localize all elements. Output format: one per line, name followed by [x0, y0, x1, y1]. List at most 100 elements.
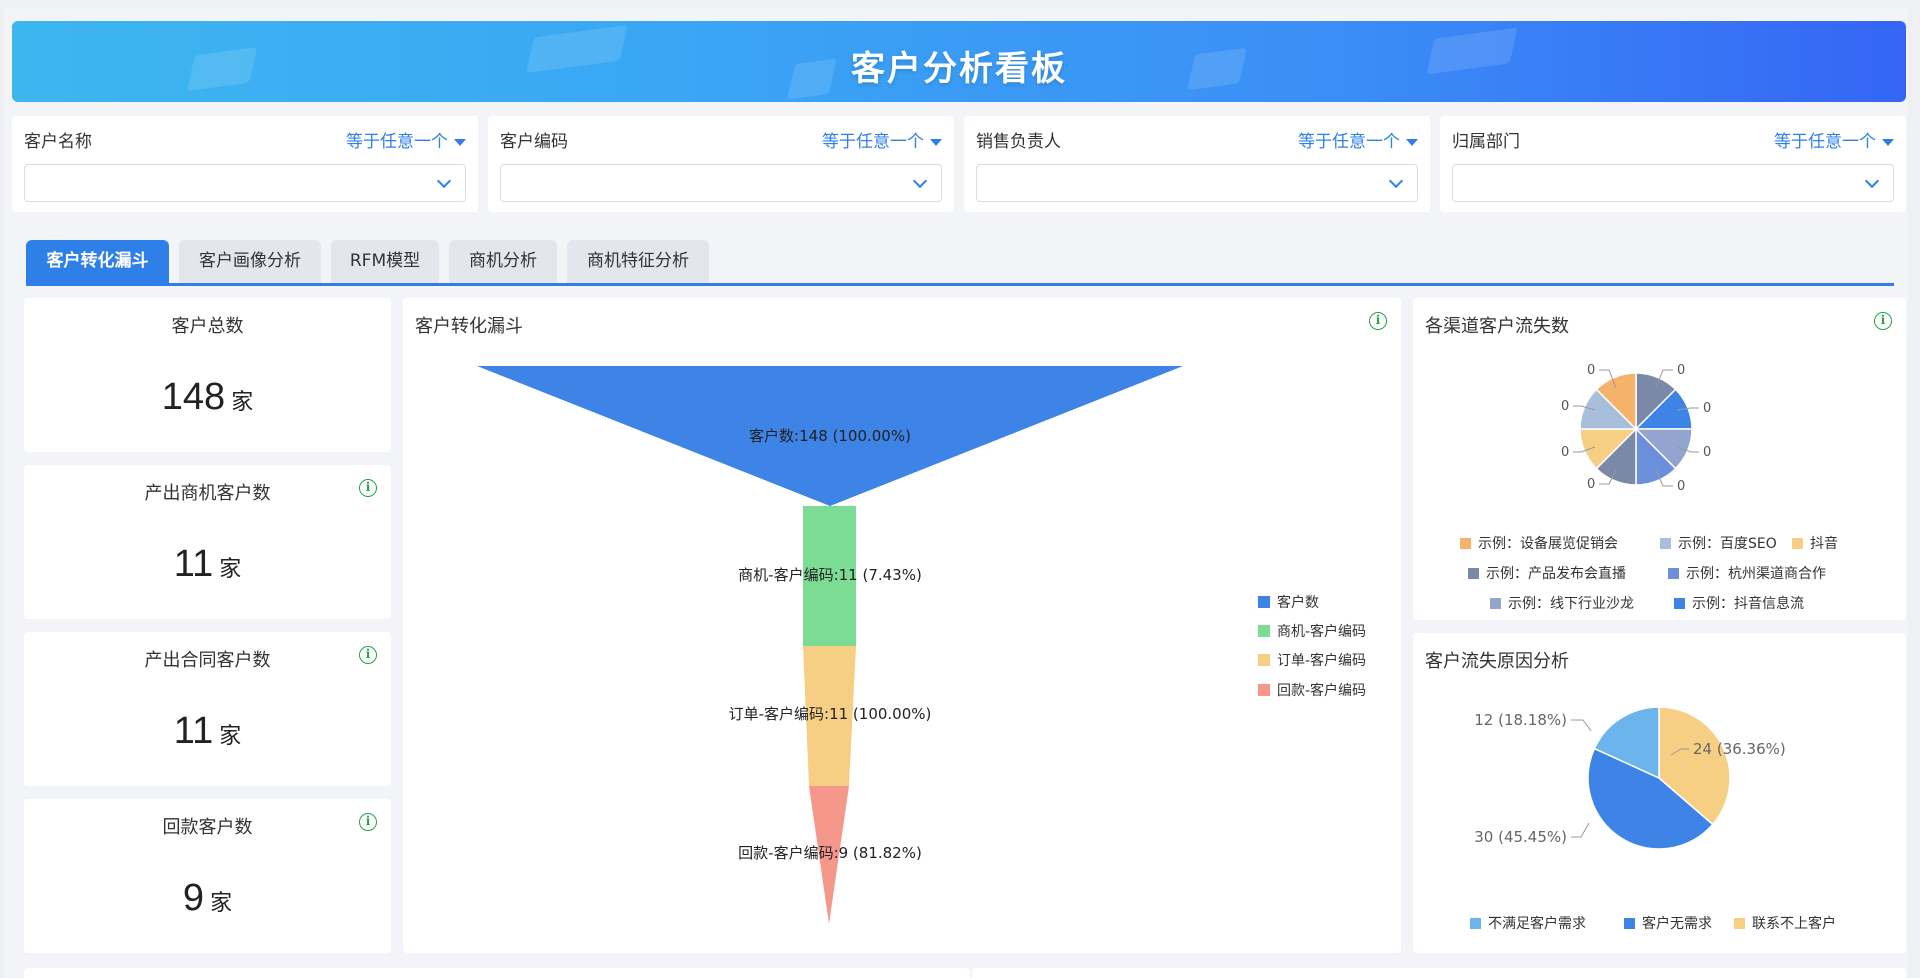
kpi-value: 9家	[24, 877, 391, 920]
slice-label: 0	[1703, 401, 1711, 416]
kpi-title: 产出商机客户数	[144, 483, 271, 504]
legend-swatch	[1258, 684, 1270, 696]
filter-customer-name: 客户名称 等于任意一个	[12, 116, 478, 212]
filter-mode-dropdown[interactable]: 等于任意一个	[822, 127, 942, 152]
chevron-down-icon	[436, 173, 452, 189]
filter-mode-dropdown[interactable]: 等于任意一个	[1774, 127, 1894, 152]
legend-swatch	[1624, 918, 1635, 929]
funnel-chart: 客户数:148 (100.00%) 商机-客户编码:11 (7.43%) 订单-…	[477, 366, 1366, 924]
tab-opportunity-analysis[interactable]: 商机分析	[449, 240, 557, 283]
slice-label: 0	[1703, 445, 1711, 460]
legend-label[interactable]: 客户无需求	[1642, 915, 1712, 932]
funnel-chart-card: 客户转化漏斗 i 客户数:148 (100.00%) 商机-客户编码:11 (7…	[403, 298, 1401, 953]
legend-swatch	[1734, 918, 1745, 929]
pie-slices	[1587, 706, 1731, 850]
content-area: 客户转化漏斗 客户画像分析 RFM模型 商机分析 商机特征分析 客户总数 148…	[12, 224, 1906, 978]
legend-swatch	[1470, 918, 1481, 929]
legend-label[interactable]: 客户数	[1277, 594, 1319, 611]
kpi-card-payment-customers: 回款客户数 i 9家	[24, 799, 391, 953]
filter-select[interactable]	[24, 164, 466, 202]
page-title: 客户分析看板	[851, 49, 1067, 89]
tab-opportunity-features[interactable]: 商机特征分析	[567, 240, 709, 283]
legend-swatch	[1668, 568, 1679, 579]
kpi-unit: 家	[210, 890, 233, 915]
legend-swatch	[1490, 598, 1501, 609]
legend-label[interactable]: 示例：设备展览促销会	[1478, 535, 1618, 552]
slice-label: 0	[1677, 479, 1685, 494]
kpi-number: 11	[173, 543, 214, 585]
slice-label: 0	[1587, 477, 1595, 492]
filter-select[interactable]	[500, 164, 942, 202]
filter-label: 客户编码	[500, 132, 568, 152]
filter-mode-dropdown[interactable]: 等于任意一个	[346, 127, 466, 152]
slice-label: 0	[1587, 363, 1595, 378]
legend-label[interactable]: 示例：抖音信息流	[1692, 595, 1804, 612]
filter-select[interactable]	[1452, 164, 1894, 202]
loss-reason-pie: 12 (18.18%) 24 (36.36%) 30 (45.45%) 不满足客…	[1470, 706, 1836, 932]
legend-swatch	[1660, 538, 1671, 549]
kpi-value: 11 家	[24, 710, 391, 753]
kpi-title: 客户总数	[171, 316, 244, 337]
info-icon[interactable]: i	[359, 813, 377, 831]
funnel-label: 订单-客户编码:11 (100.00%)	[729, 705, 932, 723]
slice-label: 30 (45.45%)	[1474, 828, 1567, 846]
filter-mode-dropdown[interactable]: 等于任意一个	[1298, 127, 1418, 152]
kpi-card-total-customers: 客户总数 148 家	[24, 298, 391, 452]
legend-label[interactable]: 回款-客户编码	[1277, 682, 1366, 699]
loss-reason-chart-card: 客户流失原因分析 12 (18.18%) 24 (36.36%) 30 (45.…	[1413, 633, 1906, 953]
funnel-label: 回款-客户编码:9 (81.82%)	[738, 844, 922, 862]
leader-line	[1571, 822, 1590, 838]
legend-label[interactable]: 不满足客户需求	[1488, 915, 1586, 932]
channel-legend: 示例：设备展览促销会 示例：百度SEO 抖音 示例：产品发布会直播 示例：杭州渠…	[1460, 535, 1838, 612]
kpi-unit: 家	[231, 389, 254, 414]
filter-label: 归属部门	[1452, 132, 1520, 152]
tab-conversion-funnel[interactable]: 客户转化漏斗	[26, 240, 169, 283]
kpi-card-contract-customers: 产出合同客户数 i 11 家	[24, 632, 391, 786]
slice-label: 0	[1677, 363, 1685, 378]
filter-label: 销售负责人	[976, 132, 1061, 152]
channel-loss-pie: 0 0 0 0 0 0 0 0 示例：设备展览促销会 示例：百度SEO 抖音 示…	[1460, 363, 1838, 612]
kpi-number: 11	[173, 710, 214, 752]
legend-label[interactable]: 订单-客户编码	[1277, 652, 1366, 669]
filter-customer-code: 客户编码 等于任意一个	[488, 116, 954, 212]
header-banner: 客户分析看板	[12, 21, 1906, 102]
legend-label[interactable]: 联系不上客户	[1752, 915, 1836, 932]
kpi-unit: 家	[219, 723, 242, 748]
kpi-title: 回款客户数	[162, 817, 253, 838]
bottom-card-right	[972, 968, 1906, 978]
info-icon[interactable]: i	[359, 646, 377, 664]
slice-label: 0	[1561, 445, 1569, 460]
chevron-down-icon	[912, 173, 928, 189]
slice-label: 12 (18.18%)	[1474, 711, 1567, 729]
filter-select[interactable]	[976, 164, 1418, 202]
legend-swatch	[1468, 568, 1479, 579]
slice-label: 24 (36.36%)	[1693, 740, 1786, 758]
legend-label[interactable]: 示例：线下行业沙龙	[1508, 596, 1634, 612]
legend-label[interactable]: 抖音	[1810, 535, 1838, 552]
filter-department: 归属部门 等于任意一个	[1440, 116, 1906, 212]
tab-rfm-model[interactable]: RFM模型	[331, 240, 439, 283]
filter-label: 客户名称	[24, 132, 92, 152]
legend-label[interactable]: 示例：杭州渠道商合作	[1686, 566, 1826, 582]
leader-line	[1571, 719, 1592, 732]
caret-down-icon	[930, 138, 942, 146]
bottom-card-left	[24, 968, 970, 978]
legend-swatch	[1460, 538, 1471, 549]
info-icon[interactable]: i	[359, 479, 377, 497]
filter-sales-owner: 销售负责人 等于任意一个	[964, 116, 1430, 212]
filter-mode-label: 等于任意一个	[1774, 132, 1876, 152]
legend-label[interactable]: 示例：产品发布会直播	[1486, 565, 1626, 582]
slice-label: 0	[1561, 399, 1569, 414]
reason-legend: 不满足客户需求 客户无需求 联系不上客户	[1470, 915, 1836, 932]
filter-mode-label: 等于任意一个	[346, 132, 448, 152]
caret-down-icon	[1406, 138, 1418, 146]
legend-swatch	[1258, 625, 1270, 637]
tab-customer-profile[interactable]: 客户画像分析	[179, 240, 321, 283]
funnel-label: 客户数:148 (100.00%)	[749, 427, 911, 445]
legend-label[interactable]: 示例：百度SEO	[1678, 536, 1777, 552]
channel-loss-chart-card: 各渠道客户流失数 i 0 0 0 0 0 0 0 0 示例：设备展览促销会 示例…	[1413, 298, 1906, 620]
legend-label[interactable]: 商机-客户编码	[1277, 623, 1366, 640]
chevron-down-icon	[1864, 173, 1880, 189]
kpi-card-opportunity-customers: 产出商机客户数 i 11 家	[24, 465, 391, 619]
kpi-value: 148 家	[24, 376, 391, 419]
